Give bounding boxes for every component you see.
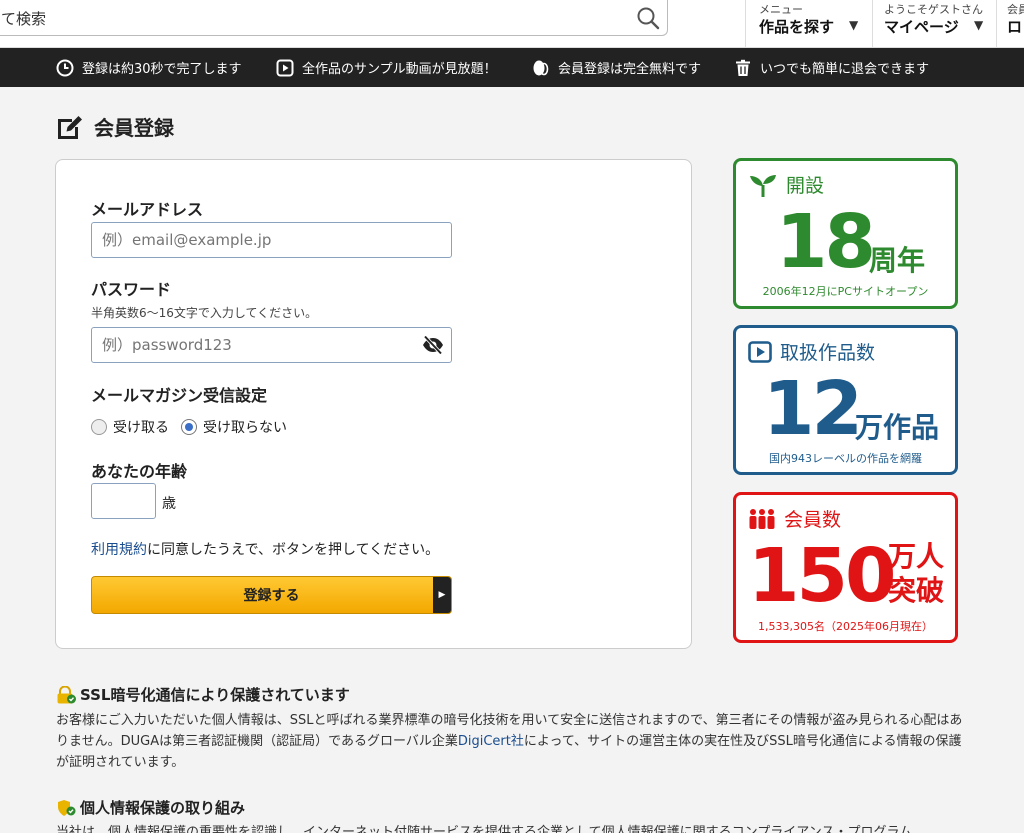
magazine-label: メールマガジン受信設定 (91, 386, 268, 405)
email-label: メールアドレス (91, 200, 204, 219)
anniversary-title: 開設 (786, 175, 825, 197)
digicert-link[interactable]: DigiCert社 (458, 734, 524, 749)
info-text: いつでも簡単に退会できます (760, 62, 930, 77)
welcome-label: ようこそゲストさん (884, 3, 983, 16)
menu-label: 作品を探す (759, 18, 835, 36)
privacy-title-text: 個人情報保護の取り組み (80, 799, 246, 817)
menu-dropdown[interactable]: メニュー 作品を探す ▼ (745, 0, 872, 48)
magazine-radio-decline[interactable] (181, 419, 197, 435)
info-text: 登録は約30秒で完了します (82, 62, 242, 77)
info-bar: 登録は約30秒で完了します 全作品のサンプル動画が見放題！ 会員登録は完全無料で… (0, 48, 1024, 87)
age-field[interactable] (91, 483, 156, 519)
play-icon (276, 59, 294, 76)
search-icon[interactable] (635, 5, 661, 31)
member-small-label: 会員 (1007, 3, 1024, 16)
members-unit-1: 万人 (888, 540, 945, 573)
shield-icon (58, 799, 76, 816)
privacy-title: 個人情報保護の取り組み (56, 797, 245, 818)
members-foot: 1,533,305名（2025年06月現在） (758, 620, 933, 633)
works-number: 12 (763, 366, 863, 452)
ssl-body: お客様にご入力いただいた個人情報は、SSLと呼ばれる業界標準の暗号化技術を用いて… (56, 710, 966, 773)
arrow-right-icon: ▶ (433, 577, 451, 613)
email-field[interactable] (91, 222, 452, 258)
register-button-label: 登録する (243, 588, 300, 604)
info-item: 会員登録は完全無料です (532, 58, 701, 77)
anniversary-foot: 2006年12月にPCサイトオープン (762, 285, 929, 298)
anniversary-head: 開設 (748, 171, 824, 198)
works-unit: 万作品 (855, 411, 940, 444)
page-title: 会員登録 (56, 112, 174, 141)
radio-label: 受け取らない (203, 420, 287, 436)
info-text: 会員登録は完全無料です (558, 62, 702, 77)
terms-rest: に同意したうえで、ボタンを押してください。 (147, 542, 440, 558)
caret-down-icon: ▼ (849, 18, 859, 32)
clock-icon (56, 59, 74, 76)
age-unit: 歳 (162, 496, 176, 512)
mypage-label: マイページ (884, 18, 959, 36)
password-field[interactable] (91, 327, 452, 363)
edit-icon (58, 115, 82, 139)
caret-down-icon: ▼ (974, 18, 984, 32)
register-button[interactable]: 登録する ▶ (91, 576, 452, 614)
password-hint: 半角英数6〜16文字で入力してください。 (91, 306, 318, 320)
login-menu[interactable]: 会員 ロ (996, 0, 1024, 48)
members-card: 会員数 150 万人 突破 1,533,305名（2025年06月現在） (733, 492, 958, 643)
magazine-radio-group: 受け取る 受け取らない (91, 417, 299, 437)
coin-icon (533, 60, 549, 75)
people-icon (749, 508, 775, 529)
members-unit-2: 突破 (888, 574, 945, 607)
registration-form: メールアドレス パスワード 半角英数6〜16文字で入力してください。 メールマガ… (55, 159, 692, 649)
info-item: いつでも簡単に退会できます (734, 58, 929, 77)
anniversary-unit: 周年 (869, 244, 926, 277)
members-number: 150 (748, 533, 896, 619)
password-field-wrapper (91, 327, 452, 363)
works-title: 取扱作品数 (780, 342, 876, 364)
radio-label: 受け取る (113, 420, 169, 436)
anniversary-number: 18 (776, 199, 876, 285)
privacy-body: 当社は、個人情報保護の重要性を認識し、インターネット付随サービスを提供する企業と… (56, 825, 913, 833)
page-title-text: 会員登録 (94, 116, 174, 140)
info-item: 登録は約30秒で完了します (56, 58, 242, 77)
ssl-title-text: SSL暗号化通信により保護されています (80, 686, 350, 704)
ssl-title: SSL暗号化通信により保護されています (56, 684, 350, 705)
info-text: 全作品のサンプル動画が見放題！ (302, 62, 497, 77)
works-head: 取扱作品数 (748, 338, 875, 365)
sprout-icon (750, 174, 776, 197)
search-input-text: て検索 (1, 10, 47, 28)
menu-small-label: メニュー (759, 3, 803, 16)
works-card: 取扱作品数 12 万作品 国内943レーベルの作品を網羅 (733, 325, 958, 475)
login-label: ロ (1007, 18, 1023, 36)
play-icon (748, 340, 772, 363)
terms-text: 利用規約に同意したうえで、ボタンを押してください。 (91, 539, 439, 559)
search-input[interactable]: て検索 (0, 0, 668, 36)
eye-slash-icon[interactable] (422, 335, 444, 355)
trash-icon (736, 59, 750, 76)
lock-icon (57, 685, 76, 703)
age-label: あなたの年齢 (91, 462, 188, 481)
password-label: パスワード (91, 280, 172, 299)
members-title: 会員数 (784, 509, 842, 531)
info-item: 全作品のサンプル動画が見放題！ (276, 58, 497, 77)
header: て検索 メニュー 作品を探す ▼ ようこそゲストさん マイページ ▼ 会員 ロ (0, 0, 1024, 48)
anniversary-card: 開設 18 周年 2006年12月にPCサイトオープン (733, 158, 958, 309)
mypage-dropdown[interactable]: ようこそゲストさん マイページ ▼ (872, 0, 996, 48)
members-head: 会員数 (748, 505, 841, 532)
magazine-radio-receive[interactable] (91, 419, 107, 435)
works-foot: 国内943レーベルの作品を網羅 (769, 452, 922, 465)
terms-link[interactable]: 利用規約 (91, 542, 147, 558)
